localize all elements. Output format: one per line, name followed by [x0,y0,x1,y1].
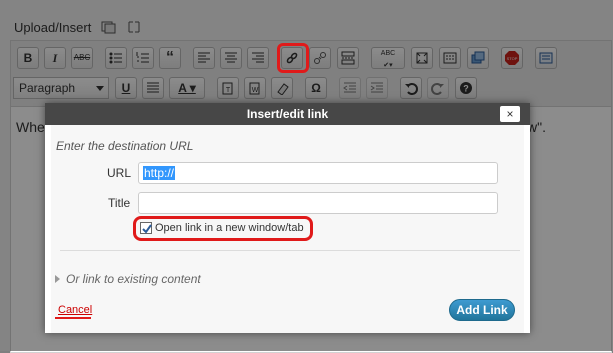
url-value: http:// [143,166,176,180]
link-button-highlight [277,43,309,73]
dialog-title: Insert/edit link [45,103,530,125]
close-button[interactable]: × [500,106,520,122]
url-input[interactable]: http:// [138,162,498,184]
url-label: URL [107,166,132,180]
existing-content-label: Or link to existing content [66,272,201,286]
cancel-link[interactable]: Cancel [58,304,92,316]
open-new-window-label: Open link in a new window/tab [155,222,304,234]
title-label: Title [108,196,131,210]
expand-arrow-icon [55,275,60,283]
divider [60,250,520,251]
cancel-highlight [55,317,91,319]
link-existing-content-toggle[interactable]: Or link to existing content [55,272,201,286]
destination-hint: Enter the destination URL [56,139,194,153]
open-new-window-checkbox[interactable] [140,222,152,234]
add-link-button[interactable]: Add Link [449,299,515,321]
title-input[interactable] [138,192,498,214]
check-icon [142,224,152,234]
